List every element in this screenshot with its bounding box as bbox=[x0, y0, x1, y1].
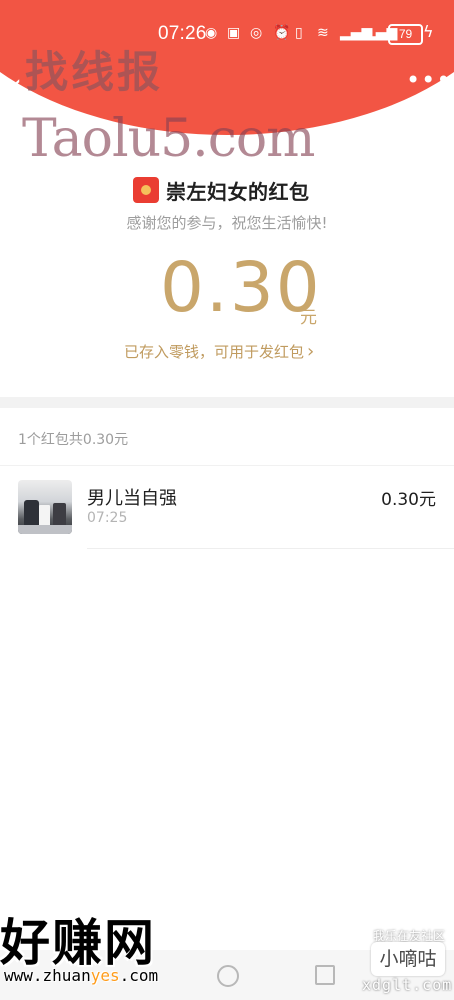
red-packet-icon bbox=[133, 177, 159, 203]
saved-to-change-label: 已存入零钱，可用于发红包 bbox=[124, 343, 305, 361]
watermark-bottom-url-prefix: www.zhuan bbox=[4, 966, 91, 985]
watermark-top-url: Taolu5.com bbox=[22, 109, 315, 169]
receiver-name: 男儿当自强 bbox=[87, 488, 177, 509]
watermark-bottom-url-suffix: .com bbox=[119, 966, 159, 985]
list-item[interactable]: 男儿当自强 07:25 0.30元 bbox=[0, 466, 454, 550]
packet-sender: 崇左妇女的红包 bbox=[133, 176, 310, 204]
home-button[interactable] bbox=[217, 965, 239, 987]
watermark-bottom-text: 好赚网 bbox=[0, 914, 156, 972]
weibo-icon: ◉ bbox=[205, 25, 218, 41]
eye-icon: ◎ bbox=[250, 25, 263, 41]
app-notification-icon: ▣ bbox=[227, 25, 241, 41]
status-icons: ◉ ▣ ◎ ⏰ ▯ ≋ ▂▄▆ ▂▄▆ 79 ϟ bbox=[205, 22, 450, 45]
more-button[interactable]: ••• bbox=[406, 68, 450, 94]
receive-time: 07:25 bbox=[87, 510, 128, 526]
back-button[interactable]: ‹ bbox=[10, 71, 34, 102]
more-icon: ••• bbox=[406, 66, 452, 94]
blessing-message: 感谢您的参与，祝您生活愉快! bbox=[126, 214, 328, 232]
packet-amount: 0.30 bbox=[160, 248, 322, 328]
vibrate-icon: ▯ bbox=[295, 25, 303, 41]
received-amount: 0.30元 bbox=[381, 490, 436, 510]
red-packet-detail-screen: 07:26 ◉ ▣ ◎ ⏰ ▯ ≋ ▂▄▆ ▂▄▆ 79 ϟ ‹ ••• 找线报… bbox=[0, 0, 454, 1000]
avatar bbox=[18, 480, 72, 534]
recent-apps-button[interactable] bbox=[315, 965, 335, 985]
wifi-icon: ≋ bbox=[317, 25, 329, 41]
watermark-bottom-url: www.zhuanyes.com bbox=[4, 966, 158, 985]
watermark-bottom-url-accent: yes bbox=[90, 966, 120, 985]
alarm-icon: ⏰ bbox=[273, 25, 291, 41]
chevron-left-icon: ‹ bbox=[10, 68, 22, 103]
row-divider bbox=[87, 548, 454, 549]
saved-to-change-link[interactable]: 已存入零钱，可用于发红包 › bbox=[124, 342, 314, 362]
watermark-brand-url: xdglt.com bbox=[362, 976, 453, 994]
watermark-brand-box: 小嘀咕 bbox=[371, 942, 445, 976]
top-navigation: ‹ ••• bbox=[0, 64, 454, 116]
chevron-right-icon: › bbox=[307, 341, 315, 362]
status-time: 07:26 bbox=[158, 23, 207, 44]
amount-unit: 元 bbox=[300, 308, 317, 328]
battery-icon: 79 bbox=[388, 24, 423, 45]
packet-summary: 1个红包共0.30元 bbox=[18, 432, 129, 448]
packet-sender-name: 崇左妇女的红包 bbox=[166, 179, 310, 204]
status-bar: 07:26 ◉ ▣ ◎ ⏰ ▯ ≋ ▂▄▆ ▂▄▆ 79 ϟ bbox=[0, 0, 454, 64]
section-divider bbox=[0, 397, 454, 408]
bolt-icon: ϟ bbox=[423, 22, 434, 41]
